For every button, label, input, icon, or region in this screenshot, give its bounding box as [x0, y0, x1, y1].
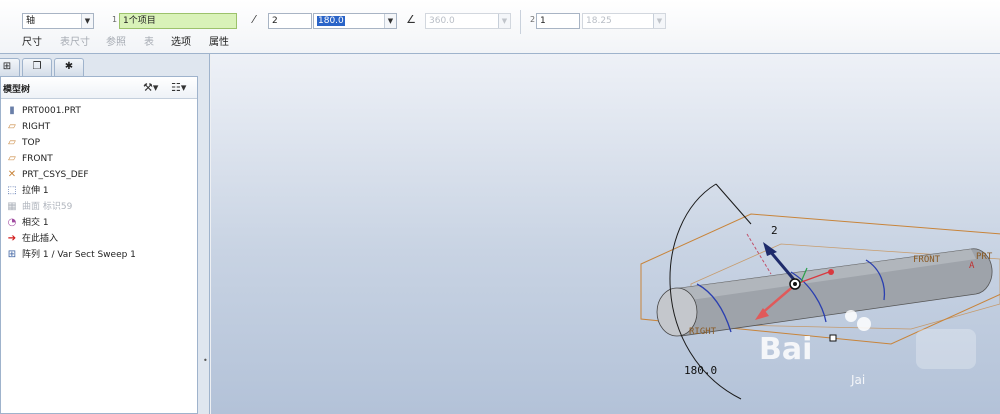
- tree-item-label: 在此插入: [22, 234, 59, 244]
- tree-item-label: RIGHT: [22, 122, 51, 132]
- dimension-value-a: 2: [272, 16, 278, 26]
- dimension-value-field[interactable]: 2: [268, 13, 312, 29]
- chevron-down-icon: ▼: [81, 14, 93, 28]
- tree-item-label: 阵列 1 / Var Sect Sweep 1: [22, 250, 136, 260]
- tab-dimensions[interactable]: 尺寸: [22, 36, 42, 50]
- tab-options[interactable]: 选项: [171, 36, 191, 50]
- model-viewport: 2 180.0 FRONT RIGHT PRT A Bai Jai: [640, 183, 1000, 400]
- insert-here-icon: ➔: [7, 233, 17, 244]
- tree-item-csys[interactable]: ✕ PRT_CSYS_DEF: [5, 167, 89, 183]
- reference-collector[interactable]: 1个项目: [119, 13, 237, 29]
- chevron-down-icon: ▼: [498, 14, 510, 28]
- tree-item-top[interactable]: ▱ TOP: [5, 135, 40, 151]
- tree-item-label: PRT0001.PRT: [22, 106, 81, 116]
- model-tree: 模型树 ⚒▾ ☷▾ ▮ PRT0001.PRT ▱ RIGHT ▱ TOP ▱ FRON…: [0, 76, 198, 414]
- tree-item-insert-here[interactable]: ➔ 在此插入: [5, 231, 58, 247]
- pattern-count-field[interactable]: 1: [536, 13, 580, 29]
- tab-table[interactable]: 表: [144, 36, 154, 50]
- tree-item-front[interactable]: ▱ FRONT: [5, 151, 53, 167]
- watermark: Bai Jai: [759, 310, 976, 387]
- tab-folder-browser[interactable]: ❐: [22, 58, 52, 76]
- tree-item-extrude[interactable]: ⬚ 拉伸 1: [5, 183, 49, 199]
- tab-favorites[interactable]: ✱: [54, 58, 84, 76]
- angle-icon[interactable]: ∠: [404, 13, 418, 27]
- dimension-value-b: 180.0: [317, 16, 345, 26]
- watermark-subtext: Jai: [850, 373, 865, 387]
- flip-dimension-icon[interactable]: ⁄: [247, 13, 261, 27]
- plane-label-right: RIGHT: [689, 327, 717, 337]
- tree-icon: ⊞: [2, 61, 12, 72]
- tree-item-label: PRT_CSYS_DEF: [22, 170, 89, 180]
- pattern-spacing: 18.25: [586, 16, 612, 26]
- favorites-icon: ✱: [64, 61, 74, 72]
- tree-item-pattern[interactable]: ⊞ 阵列 1 / Var Sect Sweep 1: [5, 247, 136, 263]
- intersect-icon: ◔: [7, 217, 17, 228]
- surface-icon: ▦: [7, 201, 17, 212]
- pattern-count: 1: [540, 16, 546, 26]
- tree-item-surface[interactable]: ▦ 曲面 标识59: [5, 199, 72, 215]
- dimension-label-radius[interactable]: 2: [771, 224, 778, 237]
- toolbar-separator: [520, 10, 521, 34]
- watermark-text: Bai: [759, 332, 812, 367]
- navigator-panel: ⊞ ❐ ✱ 模型树 ⚒▾ ☷▾ ▮ PRT0001.PRT ▱ RIGHT ▱ TOP…: [0, 54, 210, 414]
- reference-index: 1: [112, 15, 118, 24]
- tree-show-icon[interactable]: ☷▾: [171, 80, 186, 95]
- tab-model-tree[interactable]: ⊞: [0, 58, 20, 76]
- extrude-icon: ⬚: [7, 185, 17, 196]
- tree-item-label: 拉伸 1: [22, 186, 49, 196]
- navigator-tabs: ⊞ ❐ ✱: [0, 56, 210, 76]
- tree-item-label: 曲面 标识59: [22, 202, 73, 212]
- dimension-value-select[interactable]: 180.0 ▼: [313, 13, 397, 29]
- plane-label-front: FRONT: [913, 255, 941, 265]
- tree-item-right[interactable]: ▱ RIGHT: [5, 119, 50, 135]
- reference-collector-value: 1个项目: [123, 16, 156, 26]
- pattern-icon: ⊞: [7, 249, 17, 260]
- plane-label-prt: PRT: [976, 252, 993, 262]
- graphics-window[interactable]: 2 180.0 FRONT RIGHT PRT A Bai Jai: [211, 54, 1000, 414]
- axis-label-a: A: [969, 261, 975, 271]
- reference-type-select[interactable]: 轴 ▼: [22, 13, 94, 29]
- tree-item-part[interactable]: ▮ PRT0001.PRT: [5, 103, 81, 119]
- tab-references[interactable]: 参照: [106, 36, 126, 50]
- tree-item-label: TOP: [22, 138, 41, 148]
- datum-plane-icon: ▱: [8, 153, 16, 164]
- datum-plane-icon: ▱: [8, 137, 16, 148]
- chevron-down-icon: ▼: [653, 14, 665, 28]
- tree-settings-icon[interactable]: ⚒▾: [143, 80, 158, 95]
- dimension-label-angle[interactable]: 180.0: [684, 364, 717, 377]
- feature-dashboard: 轴 ▼ 1 1个项目 ⁄ 2 180.0 ▼ ∠ 360.0 ▼ 2 1 18.…: [0, 0, 1000, 54]
- angle-value-select[interactable]: 360.0 ▼: [425, 13, 511, 29]
- pattern-spacing-select[interactable]: 18.25 ▼: [582, 13, 666, 29]
- tab-table-dimensions[interactable]: 表尺寸: [60, 36, 90, 50]
- collapse-icon: •: [203, 356, 208, 365]
- tree-item-label: 相交 1: [22, 218, 49, 228]
- tab-properties[interactable]: 属性: [209, 36, 229, 50]
- datum-plane-icon: ▱: [8, 121, 16, 132]
- reference-type-value: 轴: [26, 16, 36, 26]
- folder-icon: ❐: [32, 61, 42, 72]
- pattern-index: 2: [530, 15, 536, 24]
- navigator-splitter[interactable]: •: [200, 324, 208, 404]
- angle-value: 360.0: [429, 16, 455, 26]
- tree-item-label: FRONT: [22, 154, 53, 164]
- chevron-down-icon: ▼: [384, 14, 396, 28]
- part-icon: ▮: [9, 105, 15, 116]
- tree-item-intersect[interactable]: ◔ 相交 1: [5, 215, 49, 231]
- cylinder-body: [656, 248, 993, 337]
- model-tree-header: 模型树 ⚒▾ ☷▾: [1, 77, 197, 99]
- csys-icon: ✕: [7, 169, 17, 180]
- model-tree-title: 模型树: [3, 85, 31, 95]
